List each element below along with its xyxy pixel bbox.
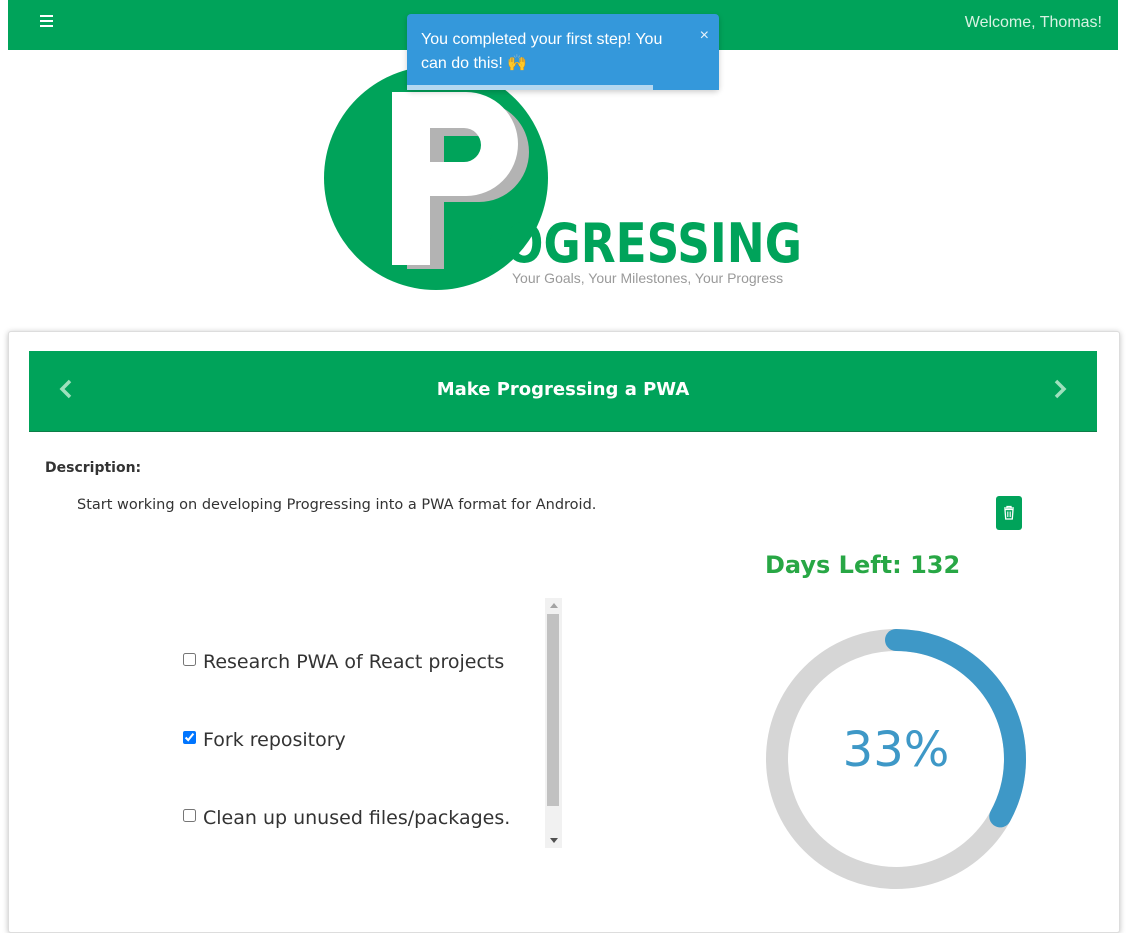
milestone-label: Fork repository [203,729,346,751]
delete-goal-button[interactable] [996,496,1022,530]
scroll-down-arrow-icon[interactable] [550,838,558,843]
progress-percent-label: 33% [842,722,950,778]
milestone-checkbox[interactable] [183,731,196,744]
milestone-checkbox[interactable] [183,809,196,822]
milestone-label: Research PWA of React projects [203,651,505,673]
close-icon[interactable]: × [700,24,709,48]
progressing-logo: ROGRESSING Your Goals, Your Milestones, … [324,66,802,290]
hamburger-menu-icon[interactable] [38,12,56,32]
logo-tagline: Your Goals, Your Milestones, Your Progre… [512,270,783,286]
goal-header: Make Progressing a PWA [29,351,1097,432]
success-toast: You completed your first step! You can d… [407,14,719,90]
goal-card: Make Progressing a PWA Description: Star… [8,331,1120,933]
welcome-message: Welcome, Thomas! [964,14,1102,31]
goal-title: Make Progressing a PWA [436,379,690,400]
description-label: Description: [45,460,142,476]
milestone-scrollbar[interactable] [545,598,562,848]
milestone-list: Research PWA of React projects Fork repo… [169,597,564,847]
toast-progress-fill [407,85,654,90]
logo-wordmark: ROGRESSING [470,212,802,275]
milestone-checkbox[interactable] [183,653,196,666]
description-text: Start working on developing Progressing … [77,497,597,513]
milestone-label: Clean up unused files/packages. [203,807,511,829]
toast-message: You completed your first step! You can d… [421,31,663,72]
trash-icon [1004,505,1014,520]
toast-progress-bar [407,85,719,90]
scroll-up-arrow-icon[interactable] [550,603,558,608]
days-left-counter: Days Left: 132 [765,551,961,579]
scroll-thumb[interactable] [547,614,559,806]
chevron-right-icon[interactable] [1047,377,1071,401]
